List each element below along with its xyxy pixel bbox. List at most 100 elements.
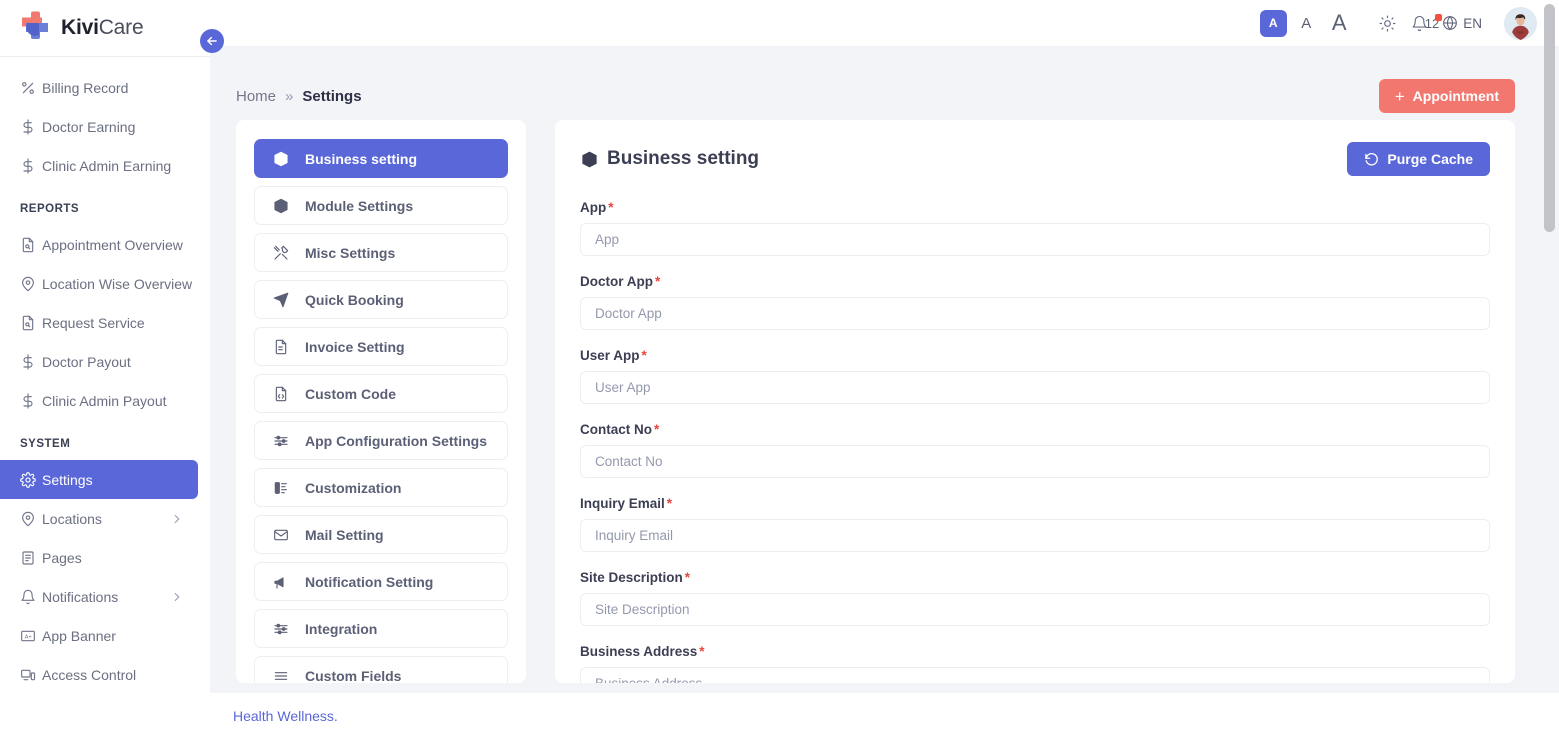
sidebar-item-settings[interactable]: Settings	[0, 460, 198, 499]
sidebar-item-doctor-payout[interactable]: Doctor Payout	[0, 342, 198, 381]
field-label-text: Contact No	[580, 422, 652, 437]
invoice-icon	[273, 339, 290, 355]
bell-icon	[20, 589, 42, 605]
tab-mail-setting[interactable]: Mail Setting	[254, 515, 508, 554]
sidebar-item-pages[interactable]: Pages	[0, 538, 198, 577]
plus-icon: +	[1394, 86, 1405, 106]
tab-label: Customization	[305, 479, 402, 496]
sidebar-item-label: Location Wise Overview	[42, 275, 193, 292]
tab-label: Business setting	[305, 150, 418, 167]
tab-custom-fields[interactable]: Custom Fields	[254, 656, 508, 683]
sidebar-item-appointment-overview[interactable]: Appointment Overview	[0, 225, 198, 264]
sidebar-item-request-service[interactable]: Request Service	[0, 303, 198, 342]
field-inquiry-email: Inquiry Email *	[580, 496, 1490, 552]
input-app[interactable]	[580, 223, 1490, 256]
sidebar-item-label: Billing Record	[42, 79, 129, 96]
sidebar-collapse-button[interactable]	[200, 29, 224, 53]
sidebar-item-label: App Banner	[42, 627, 116, 644]
add-appointment-button[interactable]: + Appointment	[1378, 79, 1515, 113]
field-doctor-app: Doctor App *	[580, 274, 1490, 330]
field-user-app: User App *	[580, 348, 1490, 404]
sidebar-item-doctor-earning[interactable]: Doctor Earning	[0, 107, 198, 146]
notification-dot-icon	[1435, 13, 1443, 21]
sidebar-item-clinic-admin-payout[interactable]: Clinic Admin Payout	[0, 381, 198, 420]
mail-icon	[273, 527, 290, 543]
sidebar-item-label: Pages	[42, 549, 82, 566]
topbar: A A A 12 EN	[210, 0, 1559, 46]
brand-logo[interactable]: KiviCare	[0, 0, 210, 56]
input-site-description[interactable]	[580, 593, 1490, 626]
tab-integration[interactable]: Integration	[254, 609, 508, 648]
sidebar-item-location-wise-overview[interactable]: Location Wise Overview	[0, 264, 198, 303]
purge-cache-button[interactable]: Purge Cache	[1347, 142, 1490, 176]
sidebar-item-app-banner[interactable]: A+ App Banner	[0, 616, 198, 655]
breadcrumb-home[interactable]: Home	[236, 88, 276, 105]
dollar-icon	[20, 353, 42, 370]
page-scrollbar[interactable]	[1544, 4, 1555, 739]
avatar[interactable]	[1504, 6, 1537, 40]
footer-link[interactable]: Health Wellness.	[233, 708, 338, 724]
field-label-text: Inquiry Email	[580, 496, 665, 511]
tab-business-setting[interactable]: Business setting	[254, 139, 508, 178]
settings-panels: Business setting Module Settings Misc Sett…	[210, 120, 1559, 683]
tab-label: App Configuration Settings	[305, 432, 487, 449]
tab-custom-code[interactable]: Custom Code	[254, 374, 508, 413]
sidebar-nav: Billing Record Doctor Earning Clinic Admin…	[0, 56, 210, 739]
sidebar-item-locations[interactable]: Locations	[0, 499, 198, 538]
svg-text:A+: A+	[25, 634, 33, 640]
gear-icon	[20, 471, 42, 488]
sidebar-item-label: Doctor Payout	[42, 353, 131, 370]
dollar-icon	[20, 157, 42, 174]
input-business-address[interactable]	[580, 667, 1490, 683]
field-label-text: User App	[580, 348, 640, 363]
panel-title: Business setting	[580, 148, 759, 170]
sidebar-item-clinic-admin-earning[interactable]: Clinic Admin Earning	[0, 146, 198, 185]
notifications-button[interactable]: 12	[1411, 13, 1443, 32]
kivicare-logo-icon	[18, 11, 52, 45]
sidebar-group-title-system: SYSTEM	[20, 438, 71, 450]
form-header: Business setting Purge Cache	[580, 142, 1490, 176]
language-switcher[interactable]: EN	[1442, 15, 1482, 31]
breadcrumb: Home » Settings	[236, 88, 362, 105]
sidebar-group-title-reports: REPORTS	[20, 203, 80, 215]
field-label-text: Site Description	[580, 570, 683, 585]
theme-toggle-button[interactable]	[1375, 10, 1401, 36]
form-fields: App*Doctor App*User App*Contact No*Inqui…	[580, 200, 1490, 683]
tab-quick-booking[interactable]: Quick Booking	[254, 280, 508, 319]
font-size-small-button[interactable]: A	[1259, 9, 1287, 37]
tab-module-settings[interactable]: Module Settings	[254, 186, 508, 225]
percent-icon	[20, 80, 42, 96]
font-size-large-button[interactable]: A	[1326, 10, 1353, 37]
input-user-app[interactable]	[580, 371, 1490, 404]
field-label-text: Business Address	[580, 644, 698, 659]
tab-customization[interactable]: Customization	[254, 468, 508, 507]
required-asterisk: *	[699, 644, 705, 659]
footer: Health Wellness.	[210, 693, 1559, 739]
tab-misc-settings[interactable]: Misc Settings	[254, 233, 508, 272]
input-doctor-app[interactable]	[580, 297, 1490, 330]
sidebar-item-access-control[interactable]: Access Control	[0, 655, 198, 694]
tab-label: Custom Fields	[305, 667, 402, 684]
input-inquiry-email[interactable]	[580, 519, 1490, 552]
breadcrumb-current: Settings	[302, 87, 362, 105]
dollar-icon	[20, 392, 42, 409]
sliders-icon	[273, 433, 290, 449]
tools-icon	[273, 245, 290, 261]
list-icon	[273, 668, 290, 684]
sidebar-item-label: Clinic Admin Earning	[42, 157, 172, 174]
tab-label: Custom Code	[305, 385, 396, 402]
tab-app-configuration-settings[interactable]: App Configuration Settings	[254, 421, 508, 460]
page-scrollbar-thumb[interactable]	[1544, 4, 1555, 232]
sidebar-item-billing-record[interactable]: Billing Record	[0, 68, 198, 107]
tab-label: Integration	[305, 620, 378, 637]
font-size-medium-button[interactable]: A	[1293, 10, 1320, 37]
field-label: Business Address *	[580, 644, 1490, 659]
megaphone-icon	[273, 574, 290, 590]
globe-icon	[1443, 15, 1458, 31]
sidebar-item-notifications[interactable]: Notifications	[0, 577, 198, 616]
field-label: Contact No *	[580, 422, 1490, 437]
avatar-image	[1504, 6, 1537, 40]
tab-invoice-setting[interactable]: Invoice Setting	[254, 327, 508, 366]
input-contact-no[interactable]	[580, 445, 1490, 478]
tab-notification-setting[interactable]: Notification Setting	[254, 562, 508, 601]
